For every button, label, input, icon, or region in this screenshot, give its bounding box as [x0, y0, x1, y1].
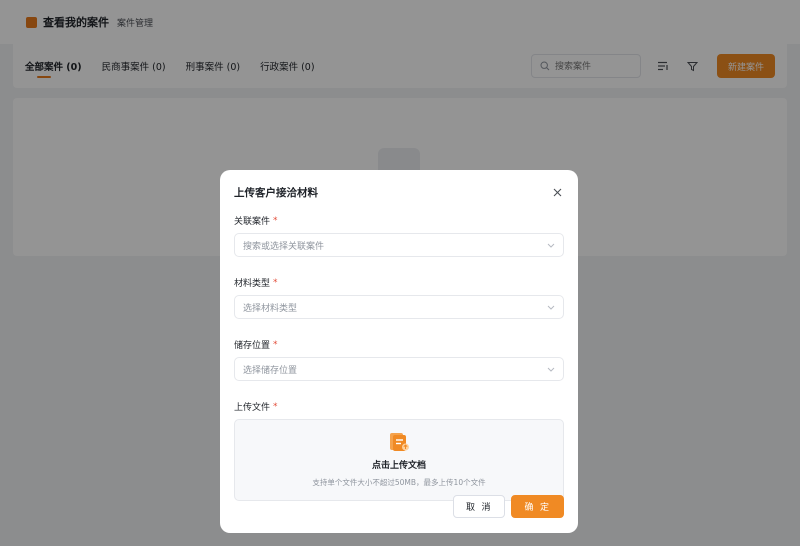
- storage-location-label-text: 储存位置: [234, 341, 271, 351]
- chevron-down-icon: [547, 243, 555, 248]
- required-mark: *: [273, 215, 278, 226]
- related-case-select[interactable]: 搜索或选择关联案件: [234, 233, 564, 257]
- storage-location-placeholder: 选择储存位置: [243, 365, 298, 376]
- confirm-button[interactable]: 确 定: [511, 495, 564, 518]
- upload-materials-dialog: 上传客户接洽材料 关联案件 * 搜索或选择关联案件 材料类型 * 选择材料类型 …: [220, 170, 578, 533]
- dialog-footer: 取 消 确 定: [452, 495, 564, 518]
- chevron-down-icon: [547, 305, 555, 310]
- upload-file-label-text: 上传文件: [234, 403, 271, 413]
- material-type-placeholder: 选择材料类型: [243, 303, 298, 314]
- related-case-label: 关联案件 *: [234, 214, 564, 228]
- required-mark: *: [273, 339, 278, 350]
- related-case-label-text: 关联案件: [234, 217, 271, 227]
- storage-location-label: 储存位置 *: [234, 338, 564, 352]
- dialog-header: 上传客户接洽材料: [234, 170, 564, 214]
- upload-file-label: 上传文件 *: [234, 400, 564, 414]
- related-case-placeholder: 搜索或选择关联案件: [243, 241, 325, 252]
- upload-hint: 支持单个文件大小不超过50MB，最多上传10个文件: [312, 478, 486, 487]
- close-icon[interactable]: [550, 185, 564, 199]
- cancel-button[interactable]: 取 消: [452, 495, 506, 518]
- required-mark: *: [273, 277, 278, 288]
- material-type-label: 材料类型 *: [234, 276, 564, 290]
- dialog-title: 上传客户接洽材料: [234, 186, 318, 199]
- required-mark: *: [273, 401, 278, 412]
- material-type-label-text: 材料类型: [234, 279, 271, 289]
- material-type-select[interactable]: 选择材料类型: [234, 295, 564, 319]
- upload-title: 点击上传文档: [371, 461, 426, 471]
- storage-location-select[interactable]: 选择储存位置: [234, 357, 564, 381]
- upload-document-icon: [390, 433, 409, 451]
- file-upload-dropzone[interactable]: 点击上传文档 支持单个文件大小不超过50MB，最多上传10个文件: [234, 419, 564, 501]
- chevron-down-icon: [547, 367, 555, 372]
